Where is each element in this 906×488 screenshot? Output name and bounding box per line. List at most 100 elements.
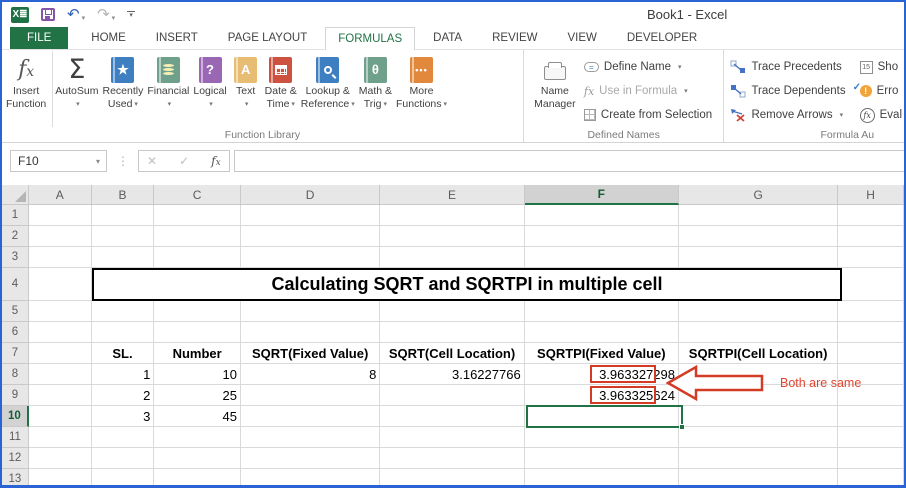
- cell-B6[interactable]: [91, 322, 155, 343]
- cell-A4[interactable]: [28, 268, 92, 301]
- insert-function-fx-icon[interactable]: fx: [211, 154, 221, 168]
- row-header-7[interactable]: 7: [2, 343, 29, 364]
- undo-dropdown-icon[interactable]: ▾: [82, 14, 86, 22]
- cell-H6[interactable]: [838, 322, 904, 343]
- cell-H5[interactable]: [838, 301, 904, 322]
- cell-A10[interactable]: [28, 406, 92, 427]
- cell-B12[interactable]: [91, 448, 155, 469]
- date-time-button[interactable]: Date & Time ▾: [263, 51, 299, 111]
- formula-bar-resizer-icon[interactable]: ⋮: [107, 154, 138, 168]
- row-header-3[interactable]: 3: [2, 247, 29, 268]
- cell-E1[interactable]: [380, 205, 525, 226]
- cell-E2[interactable]: [380, 226, 525, 247]
- evaluate-formula-button[interactable]: fx Eval: [859, 103, 902, 127]
- cell-G13[interactable]: [678, 469, 839, 485]
- cell-B11[interactable]: [91, 427, 155, 448]
- cell-G3[interactable]: [678, 247, 839, 268]
- cell-D11[interactable]: [240, 427, 381, 448]
- cell-D8[interactable]: 8: [240, 364, 381, 385]
- cell-G12[interactable]: [678, 448, 839, 469]
- cell-B3[interactable]: [91, 247, 155, 268]
- row-header-11[interactable]: 11: [2, 427, 29, 448]
- trace-dependents-button[interactable]: Trace Dependents: [730, 79, 846, 103]
- cell-B8[interactable]: 1: [91, 364, 155, 385]
- column-header-A[interactable]: A: [28, 185, 92, 205]
- row-header-8[interactable]: 8: [2, 364, 29, 385]
- remove-arrows-button[interactable]: Remove Arrows ▾: [730, 103, 845, 127]
- save-icon[interactable]: [41, 8, 55, 21]
- financial-button[interactable]: Financial ▾: [145, 51, 191, 111]
- cell-F3[interactable]: [524, 247, 679, 268]
- name-manager-button[interactable]: Name Manager: [526, 51, 584, 110]
- cell-D13[interactable]: [240, 469, 381, 485]
- show-formulas-button[interactable]: 15 Sho: [859, 55, 902, 79]
- column-header-H[interactable]: H: [838, 185, 904, 205]
- excel-logo-icon[interactable]: [11, 6, 29, 23]
- cell-H11[interactable]: [838, 427, 904, 448]
- define-name-button[interactable]: = Define Name ▾: [583, 55, 712, 79]
- tab-page-layout[interactable]: PAGE LAYOUT: [216, 27, 319, 49]
- tab-review[interactable]: REVIEW: [480, 27, 549, 49]
- cell-C8[interactable]: 10: [154, 364, 241, 385]
- cell-C5[interactable]: [154, 301, 241, 322]
- text-button[interactable]: A Text ▾: [229, 51, 263, 111]
- tab-file[interactable]: FILE: [10, 27, 69, 49]
- cell-G11[interactable]: [678, 427, 839, 448]
- cell-E10[interactable]: [380, 406, 525, 427]
- name-box-dropdown-icon[interactable]: ▾: [90, 157, 106, 166]
- trace-precedents-button[interactable]: Trace Precedents: [730, 55, 845, 79]
- cell-F1[interactable]: [524, 205, 679, 226]
- cell-E5[interactable]: [380, 301, 525, 322]
- cell-G1[interactable]: [678, 205, 839, 226]
- cell-G5[interactable]: [678, 301, 839, 322]
- row-header-13[interactable]: 13: [2, 469, 29, 485]
- cell-D6[interactable]: [240, 322, 381, 343]
- redo-button[interactable]: ↷ ▾: [97, 7, 115, 22]
- cell-H7[interactable]: [838, 343, 904, 364]
- cell-A5[interactable]: [28, 301, 92, 322]
- cell-D12[interactable]: [240, 448, 381, 469]
- cell-C6[interactable]: [154, 322, 241, 343]
- cell-H1[interactable]: [838, 205, 904, 226]
- math-trig-button[interactable]: θ Math & Trig ▾: [357, 51, 394, 111]
- cell-H3[interactable]: [838, 247, 904, 268]
- cell-A7[interactable]: [28, 343, 92, 364]
- cell-C11[interactable]: [154, 427, 241, 448]
- cell-C12[interactable]: [154, 448, 241, 469]
- error-checking-button[interactable]: ! Erro: [853, 79, 902, 103]
- autosum-button[interactable]: Σ AutoSum ▾: [53, 51, 100, 111]
- cell-A12[interactable]: [28, 448, 92, 469]
- cell-H4[interactable]: [838, 268, 904, 301]
- cell-E13[interactable]: [380, 469, 525, 485]
- cell-A9[interactable]: [28, 385, 92, 406]
- cell-G2[interactable]: [678, 226, 839, 247]
- cell-E11[interactable]: [380, 427, 525, 448]
- column-header-G[interactable]: G: [678, 185, 839, 205]
- cell-D1[interactable]: [240, 205, 381, 226]
- cell-E12[interactable]: [380, 448, 525, 469]
- undo-button[interactable]: ↶ ▾: [67, 7, 85, 22]
- column-header-B[interactable]: B: [91, 185, 155, 205]
- row-header-1[interactable]: 1: [2, 205, 29, 226]
- cell-E7[interactable]: SQRT(Cell Location): [380, 343, 525, 364]
- cell-D3[interactable]: [240, 247, 381, 268]
- cell-C2[interactable]: [154, 226, 241, 247]
- enter-icon[interactable]: ✓: [179, 154, 189, 168]
- cell-D9[interactable]: [240, 385, 381, 406]
- cell-C1[interactable]: [154, 205, 241, 226]
- cell-E3[interactable]: [380, 247, 525, 268]
- use-in-formula-button[interactable]: fx Use in Formula ▾: [584, 79, 712, 103]
- cell-B9[interactable]: 2: [91, 385, 155, 406]
- cell-D10[interactable]: [240, 406, 381, 427]
- cell-F12[interactable]: [524, 448, 679, 469]
- cell-H13[interactable]: [838, 469, 904, 485]
- cell-A8[interactable]: [28, 364, 92, 385]
- logical-button[interactable]: ? Logical ▾: [191, 51, 228, 111]
- cell-A13[interactable]: [28, 469, 92, 485]
- cell-D2[interactable]: [240, 226, 381, 247]
- cell-F13[interactable]: [524, 469, 679, 485]
- cell-F11[interactable]: [524, 427, 679, 448]
- cell-F5[interactable]: [524, 301, 679, 322]
- row-header-5[interactable]: 5: [2, 301, 29, 322]
- cell-C7[interactable]: Number: [154, 343, 241, 364]
